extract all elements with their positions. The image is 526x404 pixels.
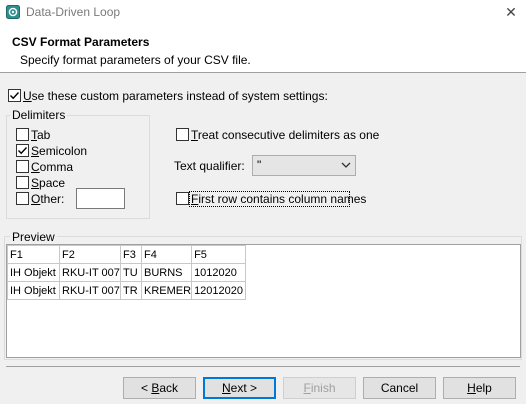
table-row: IH Objekt RKU-IT 007 TU BURNS 1012020	[7, 263, 247, 282]
close-icon: ✕	[505, 4, 517, 20]
cancel-button[interactable]: Cancel	[363, 377, 436, 399]
chevron-down-icon	[341, 162, 351, 168]
tab-label[interactable]: Tab	[31, 128, 50, 142]
app-loop-icon	[6, 5, 20, 19]
other-label[interactable]: Other:	[31, 192, 64, 206]
table-cell: TU	[120, 263, 142, 282]
semicolon-label[interactable]: Semicolon	[31, 144, 87, 158]
table-cell: 1012020	[191, 263, 247, 282]
help-button[interactable]: Help	[443, 377, 516, 399]
preview-grid[interactable]: F1 F2 F3 F4 F5 IH Objekt RKU-IT 007 TU B…	[6, 244, 521, 358]
preview-group-title: Preview	[10, 230, 57, 244]
use-custom-label[interactable]: Use these custom parameters instead of s…	[23, 89, 328, 103]
tab-checkbox[interactable]	[16, 128, 29, 141]
table-row: F1 F2 F3 F4 F5	[7, 245, 247, 264]
table-cell: F1	[7, 245, 60, 264]
table-row: IH Objekt RKU-IT 007 TR KREMER 12012020	[7, 281, 247, 300]
space-checkbox[interactable]	[16, 176, 29, 189]
wizard-header: CSV Format Parameters Specify format par…	[0, 24, 526, 73]
consecutive-delimiters-label[interactable]: Treat consecutive delimiters as one	[191, 128, 379, 142]
text-qualifier-value: "	[257, 158, 262, 172]
first-row-headers-checkbox[interactable]	[176, 192, 189, 205]
title-bar: Data-Driven Loop ✕	[0, 0, 526, 24]
checkmark-icon	[18, 147, 28, 155]
semicolon-checkbox[interactable]	[16, 144, 29, 157]
table-cell: BURNS	[140, 263, 193, 282]
window-title: Data-Driven Loop	[26, 5, 121, 19]
table-cell: F5	[191, 245, 247, 264]
other-checkbox[interactable]	[16, 192, 29, 205]
text-qualifier-label: Text qualifier:	[174, 159, 245, 173]
table-cell: IH Objekt	[7, 263, 60, 282]
table-cell: RKU-IT 007	[59, 263, 121, 282]
table-cell: F2	[59, 245, 121, 264]
table-cell: 12012020	[191, 281, 247, 300]
table-cell: RKU-IT 007	[59, 281, 121, 300]
preview-table: F1 F2 F3 F4 F5 IH Objekt RKU-IT 007 TU B…	[7, 245, 247, 300]
checkmark-icon	[10, 92, 20, 100]
back-button[interactable]: < Back	[123, 377, 196, 399]
delimiters-group-title: Delimiters	[10, 108, 68, 122]
comma-checkbox[interactable]	[16, 160, 29, 173]
use-custom-checkbox[interactable]	[8, 89, 21, 102]
other-delimiter-input[interactable]	[76, 188, 125, 209]
finish-button[interactable]: Finish	[283, 377, 356, 399]
space-label[interactable]: Space	[31, 176, 65, 190]
close-button[interactable]: ✕	[496, 0, 526, 24]
footer-divider	[6, 366, 520, 367]
first-row-headers-label[interactable]: First row contains column names	[191, 192, 366, 206]
text-qualifier-select[interactable]: "	[252, 155, 356, 176]
table-cell: F4	[140, 245, 193, 264]
next-button[interactable]: Next >	[203, 377, 276, 399]
page-subtitle: Specify format parameters of your CSV fi…	[20, 53, 251, 67]
table-cell: F3	[120, 245, 142, 264]
table-cell: KREMER	[140, 281, 193, 300]
table-cell: TR	[120, 281, 142, 300]
consecutive-delimiters-checkbox[interactable]	[176, 128, 189, 141]
comma-label[interactable]: Comma	[31, 160, 73, 174]
page-title: CSV Format Parameters	[12, 35, 150, 49]
table-cell: IH Objekt	[7, 281, 60, 300]
